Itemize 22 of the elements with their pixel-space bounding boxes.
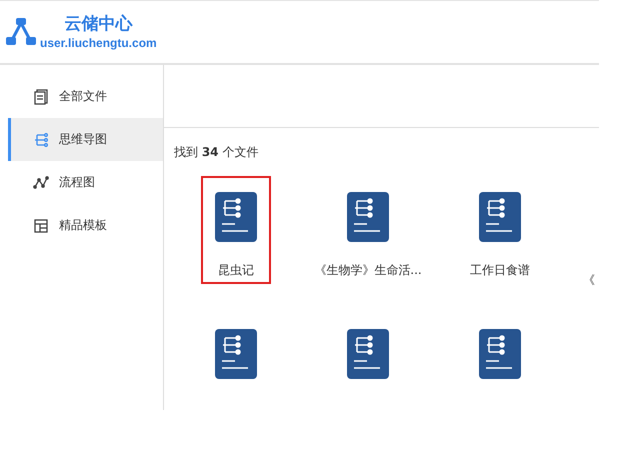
sidebar-item[interactable]: 流程图 [8,161,163,204]
mind-map-file-icon [215,329,257,379]
layout-icon [33,218,49,234]
file-card[interactable]: 《生物学》生命活... [312,176,424,284]
site-url: user.liuchengtu.com [40,35,157,51]
site-title: 云储中心 [64,13,132,35]
mind-map-file-icon [479,329,521,379]
sidebar-item[interactable]: 全部文件 [8,75,163,118]
mind-map-file-icon [215,192,257,242]
document-icon [33,88,49,104]
mind-map-file-icon [346,192,389,242]
mind-map-file-icon [479,192,521,242]
file-card[interactable]: 昆虫记 [201,176,271,284]
file-card[interactable]: 工作日食谱 [465,176,535,284]
file-name: 《 [583,272,596,289]
sidebar-item[interactable]: 思维导图 [8,118,163,161]
result-count: 找到 34 个文件 [173,144,260,161]
mind-map-file-icon [347,329,389,379]
logo-icon [6,18,36,46]
sidebar-item[interactable]: 精品模板 [8,204,163,247]
line-chart-icon [33,174,49,190]
mind-map-icon [33,132,49,148]
